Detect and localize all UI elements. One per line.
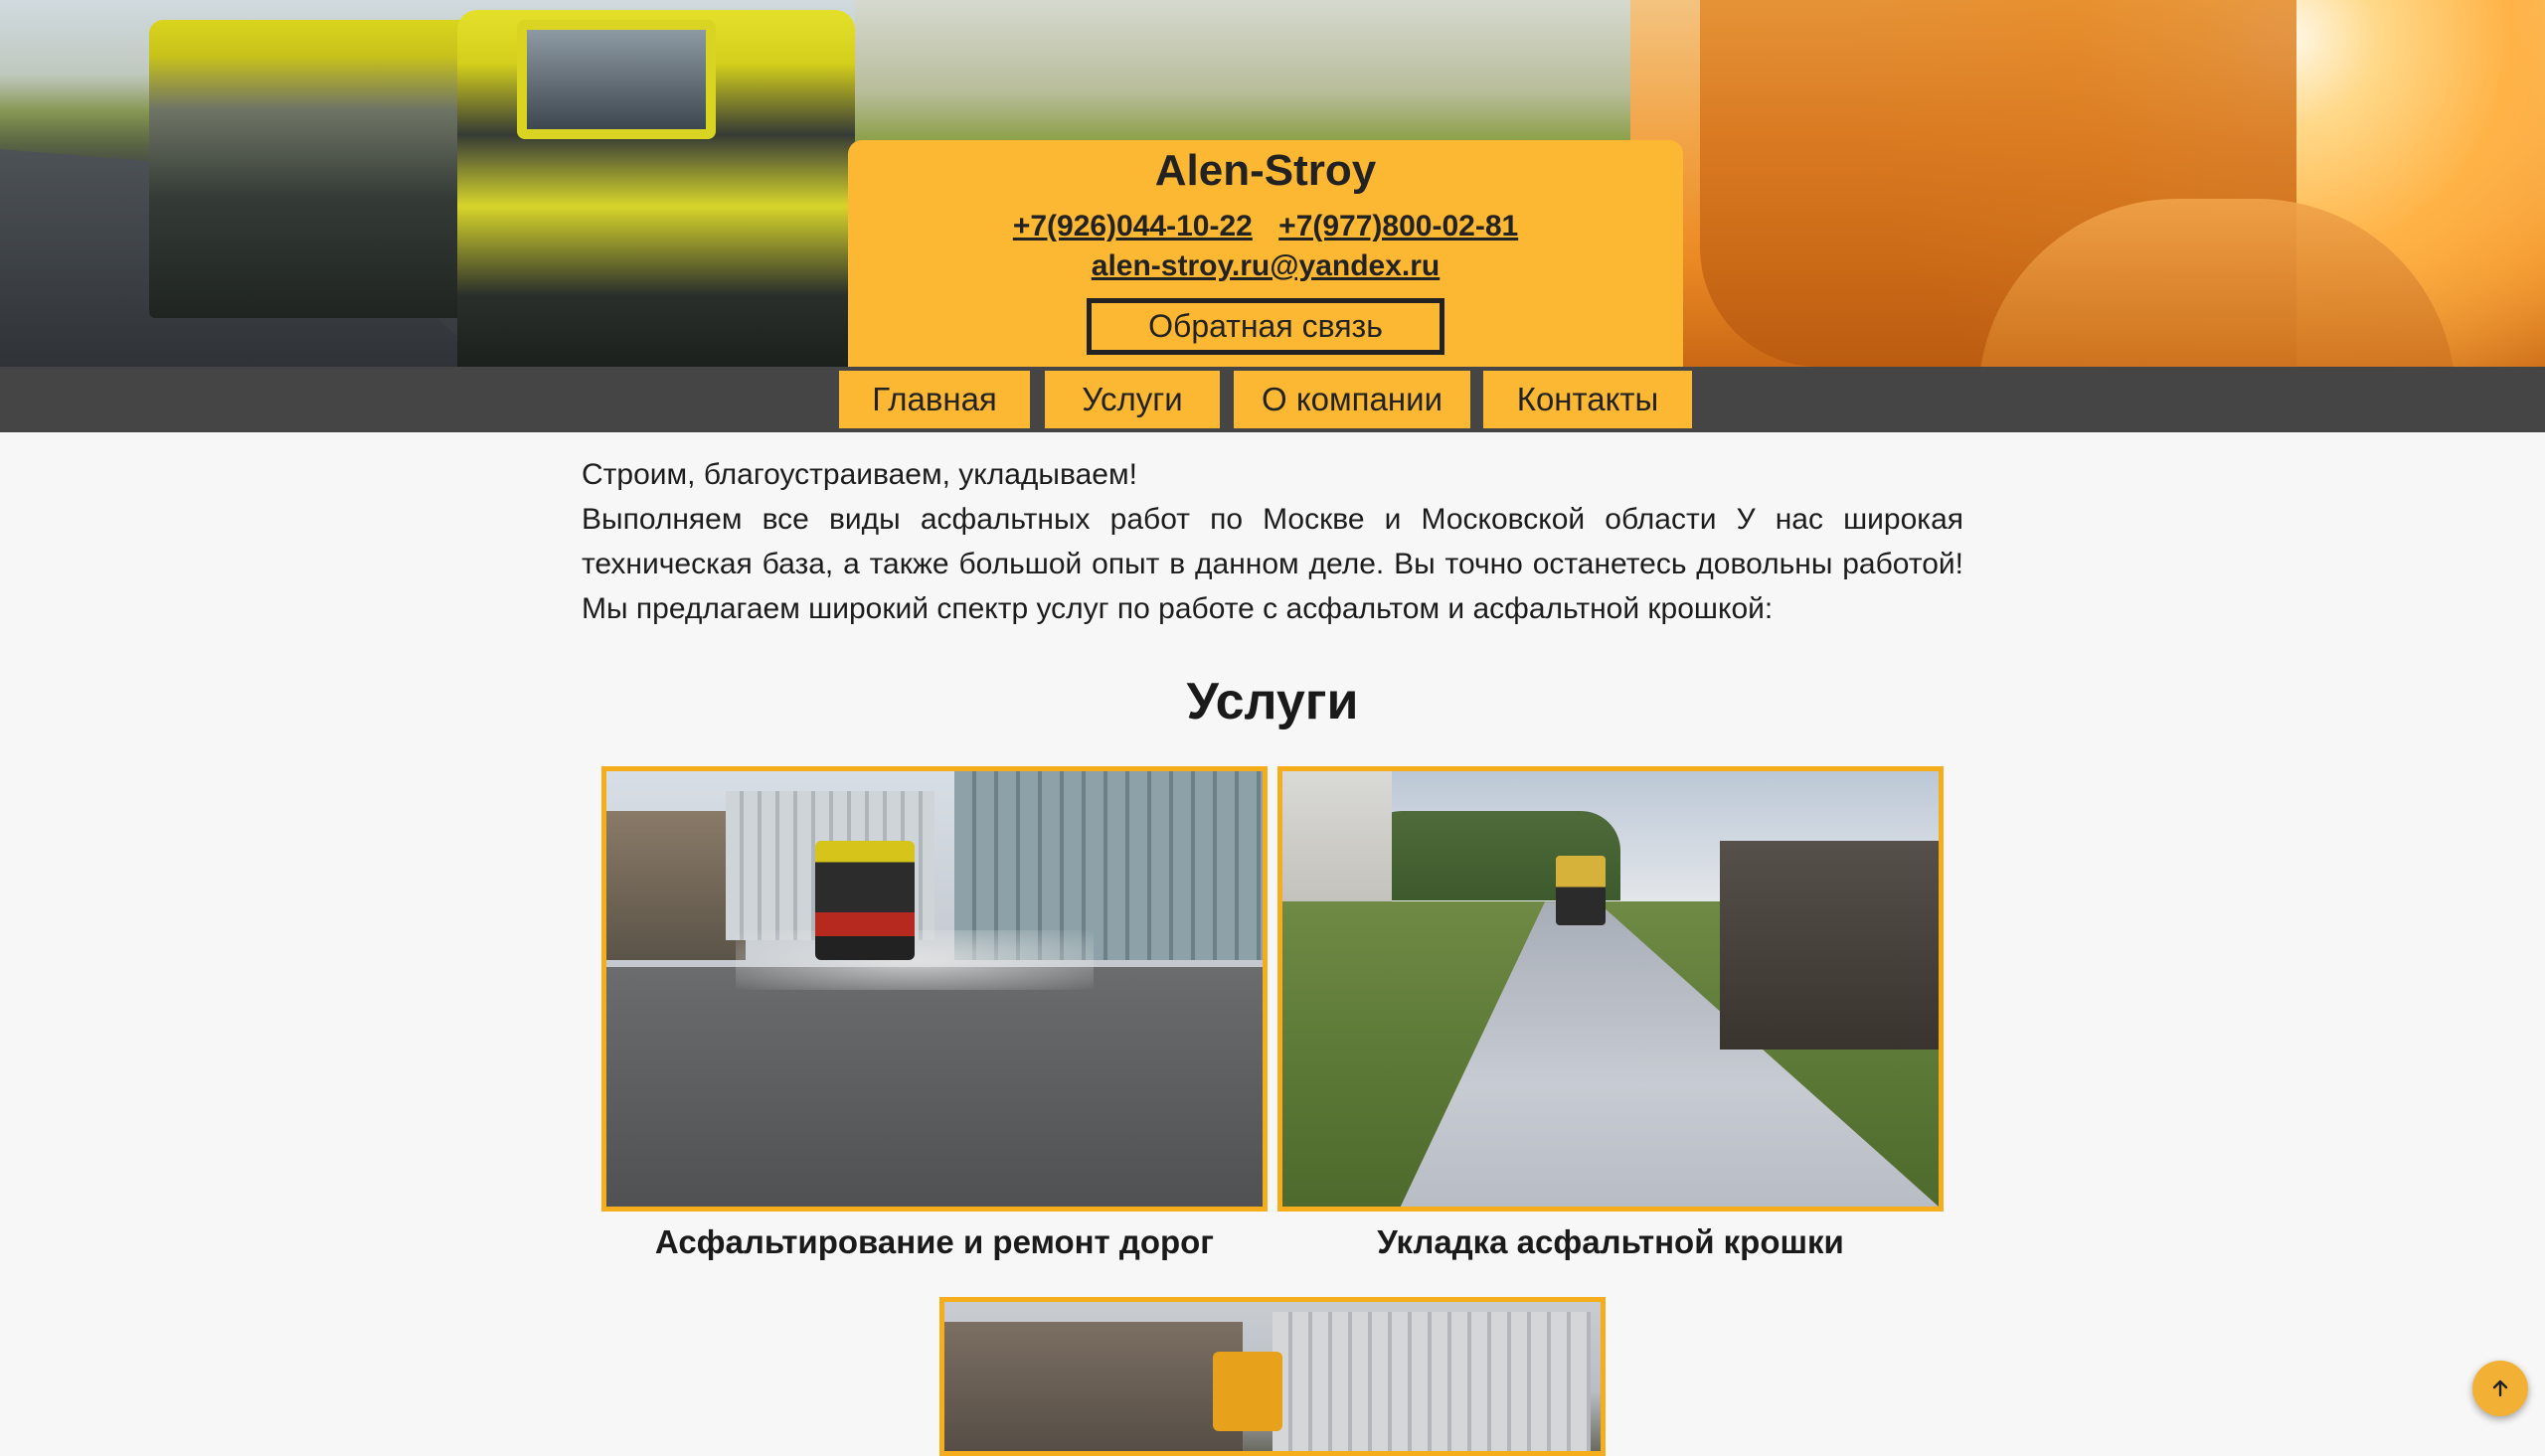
photo-excavator: [1213, 1352, 1282, 1431]
phone-link-2[interactable]: +7(977)800-02-81: [1278, 210, 1518, 243]
service-card-third[interactable]: [939, 1297, 1606, 1456]
service-caption-crumb[interactable]: Укладка асфальтной крошки: [1277, 1223, 1944, 1261]
photo-asphalt: [606, 967, 1263, 1207]
photo-trees: [944, 1322, 1243, 1451]
photo-building: [1272, 1312, 1591, 1451]
brand-title: Alen-Stroy: [1154, 146, 1377, 195]
contact-card: Alen-Stroy +7(926)044-10-22 +7(977)800-0…: [848, 140, 1683, 367]
service-photo-paving[interactable]: [601, 766, 1268, 1212]
hero-roller-cab: [517, 20, 716, 139]
photo-fence: [1720, 841, 1939, 1050]
email-row: alen-stroy.ru@yandex.ru: [848, 249, 1683, 283]
service-card-paving[interactable]: Асфальтирование и ремонт дорог: [601, 766, 1268, 1273]
nav-item-about[interactable]: О компании: [1234, 371, 1470, 428]
phone-list: +7(926)044-10-22 +7(977)800-02-81: [848, 210, 1683, 243]
photo-steam: [736, 930, 1094, 990]
photo-paver: [815, 841, 915, 960]
nav-item-home[interactable]: Главная: [839, 371, 1030, 428]
main-nav: Главная Услуги О компании Контакты: [0, 367, 2545, 432]
feedback-button[interactable]: Обратная связь: [1087, 298, 1444, 355]
service-caption-paving[interactable]: Асфальтирование и ремонт дорог: [601, 1223, 1268, 1261]
scroll-top-button[interactable]: [2472, 1361, 2528, 1416]
intro-headline: Строим, благоустраиваем, укладываем!: [582, 458, 1137, 491]
photo-trees: [606, 811, 746, 960]
service-card-crumb[interactable]: Укладка асфальтной крошки: [1277, 766, 1944, 1273]
email-link[interactable]: alen-stroy.ru@yandex.ru: [1092, 249, 1440, 282]
service-photo-crumb[interactable]: [1277, 766, 1944, 1212]
intro-body: Выполняем все виды асфальтных работ по М…: [582, 503, 1963, 625]
phone-link-1[interactable]: +7(926)044-10-22: [1013, 210, 1253, 243]
arrow-up-icon: [2492, 1379, 2508, 1397]
hero-paver: [149, 20, 507, 318]
photo-roller: [1556, 856, 1606, 925]
nav-item-contacts[interactable]: Контакты: [1483, 371, 1692, 428]
services-title: Услуги: [1186, 673, 1359, 730]
service-photo-third[interactable]: [939, 1297, 1606, 1456]
intro-text: Строим, благоустраиваем, укладываем! Вып…: [582, 452, 1963, 631]
hero-banner: Alen-Stroy +7(926)044-10-22 +7(977)800-0…: [0, 0, 2545, 367]
nav-item-services[interactable]: Услуги: [1045, 371, 1220, 428]
